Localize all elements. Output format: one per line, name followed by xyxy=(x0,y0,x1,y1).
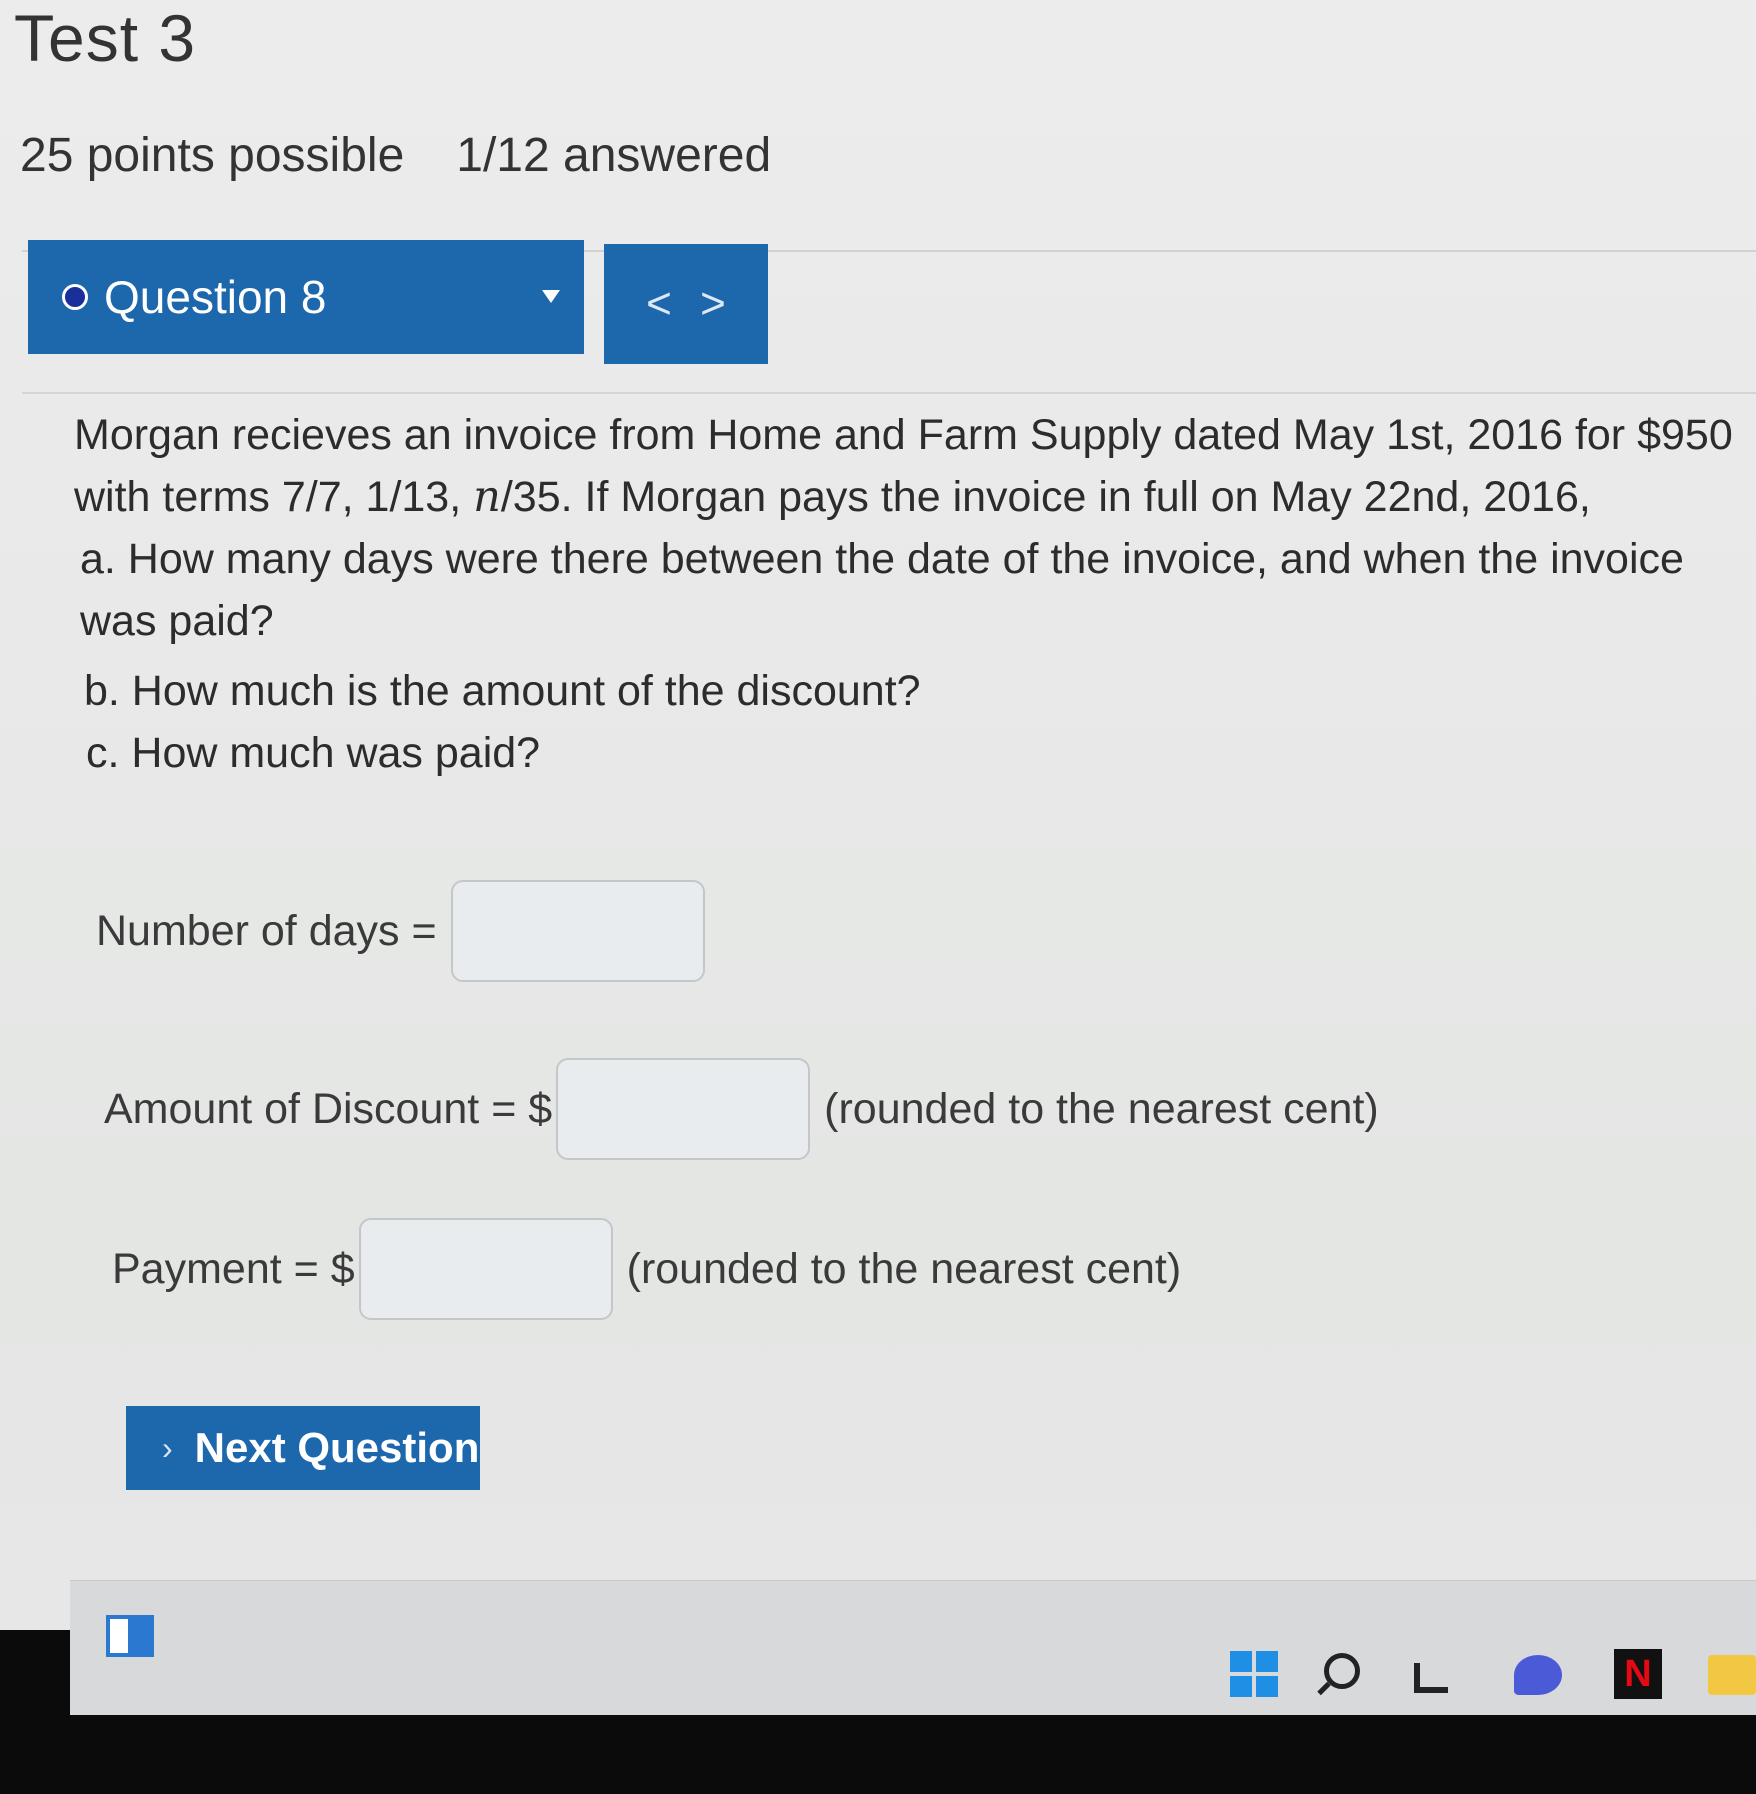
prompt-intro-line-1: Morgan recieves an invoice from Home and… xyxy=(74,411,1733,459)
page-title: Test 3 xyxy=(14,1,197,75)
windows-taskbar: N xyxy=(70,1580,1756,1715)
prompt-part-c: c. How much was paid? xyxy=(86,729,541,777)
next-question-button[interactable]: › Next Question xyxy=(126,1406,480,1490)
days-answer-row: Number of days = xyxy=(96,880,705,982)
task-view-icon[interactable] xyxy=(1414,1663,1448,1693)
question-pager: < > xyxy=(604,244,768,364)
discount-input[interactable] xyxy=(556,1058,811,1160)
days-input[interactable] xyxy=(450,880,705,982)
points-possible: 25 points possible xyxy=(20,129,405,182)
chevron-right-icon: › xyxy=(162,1429,173,1466)
current-question-label: Question 8 xyxy=(104,271,327,323)
search-icon[interactable] xyxy=(1324,1653,1360,1689)
file-explorer-icon[interactable] xyxy=(1708,1655,1756,1695)
previous-question-button[interactable]: < xyxy=(646,282,672,326)
windows-start-icon[interactable] xyxy=(1230,1651,1278,1697)
question-prompt: Morgan recieves an invoice from Home and… xyxy=(74,404,1734,784)
discount-label: Amount of Discount = $ xyxy=(104,1084,553,1133)
content-divider xyxy=(22,392,1756,394)
prompt-intro-line-2: with terms 7/7, 1/13, n/35. If Morgan pa… xyxy=(74,472,1591,522)
days-label: Number of days = xyxy=(96,906,437,955)
answered-count: 1/12 answered xyxy=(456,129,772,182)
prompt-part-b: b. How much is the amount of the discoun… xyxy=(84,667,921,715)
discount-rounding-hint: (rounded to the nearest cent) xyxy=(824,1084,1379,1133)
next-question-arrow-button[interactable]: > xyxy=(700,282,726,326)
math-variable-n: n xyxy=(473,472,501,522)
question-selector-dropdown[interactable]: Question 8 xyxy=(28,240,584,354)
next-question-label: Next Question xyxy=(194,1424,480,1471)
question-status-icon xyxy=(62,284,88,310)
payment-input[interactable] xyxy=(358,1218,613,1320)
payment-answer-row: Payment = $ (rounded to the nearest cent… xyxy=(112,1218,1181,1320)
widgets-icon[interactable] xyxy=(106,1615,154,1657)
prompt-part-a: a. How many days were there between the … xyxy=(80,535,1684,645)
assessment-stats: 25 points possible 1/12 answered xyxy=(20,128,771,183)
netflix-icon[interactable]: N xyxy=(1614,1649,1662,1699)
discount-answer-row: Amount of Discount = $ (rounded to the n… xyxy=(104,1058,1379,1160)
payment-label: Payment = $ xyxy=(112,1244,355,1293)
payment-rounding-hint: (rounded to the nearest cent) xyxy=(626,1244,1182,1293)
dropdown-caret-icon xyxy=(542,290,560,303)
browser-viewport: Test 3 25 points possible 1/12 answered Q… xyxy=(0,0,1756,1630)
chat-icon[interactable] xyxy=(1514,1655,1562,1695)
